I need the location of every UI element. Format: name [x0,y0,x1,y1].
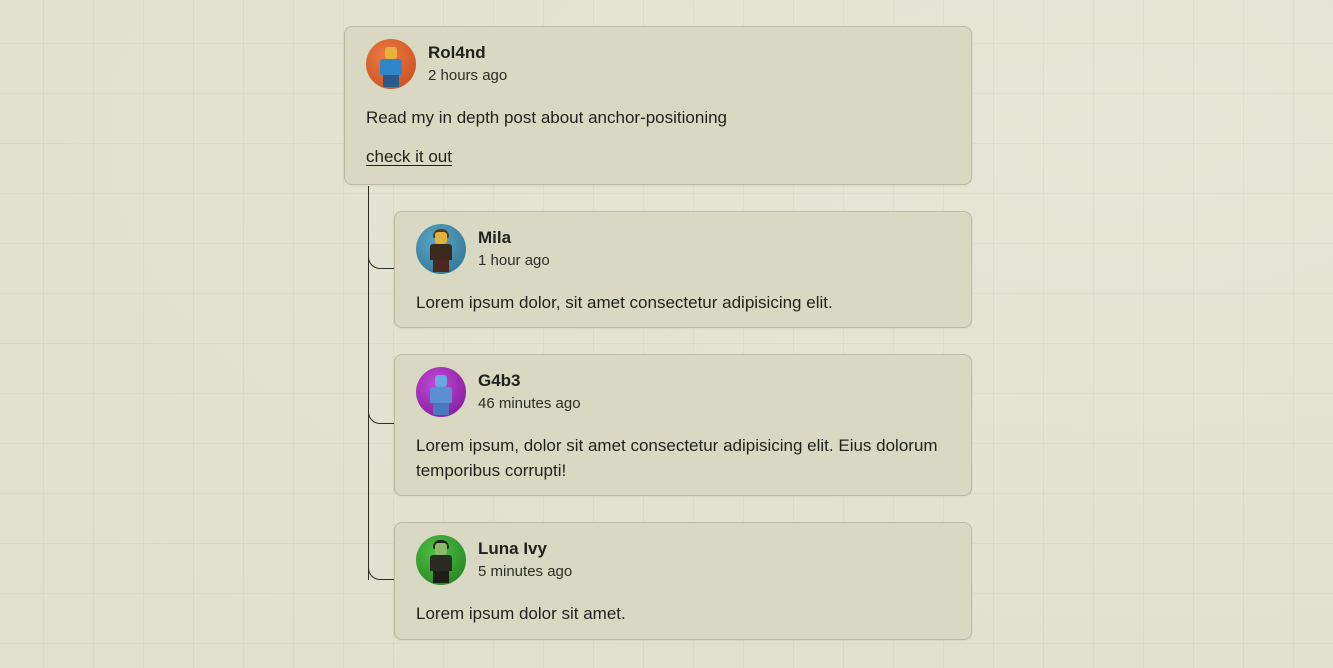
reply-time: 46 minutes ago [478,394,581,412]
thread-connector [368,410,394,424]
thread-connector [368,566,394,580]
author-name[interactable]: Rol4nd [428,43,507,63]
reply-text: Lorem ipsum dolor, sit amet consectetur … [416,293,833,312]
reply-time: 1 hour ago [478,251,550,269]
author-name[interactable]: G4b3 [478,371,581,391]
author-name[interactable]: Mila [478,228,550,248]
avatar [366,39,416,89]
thread-connector [368,255,394,269]
reply-text: Lorem ipsum dolor sit amet. [416,604,626,623]
thread-line [368,186,369,580]
reply-card: Mila 1 hour ago Lorem ipsum dolor, sit a… [394,211,972,328]
check-it-out-link[interactable]: check it out [366,146,452,168]
reply-card: G4b3 46 minutes ago Lorem ipsum, dolor s… [394,354,972,496]
reply-card: Luna Ivy 5 minutes ago Lorem ipsum dolor… [394,522,972,640]
post-card: Rol4nd 2 hours ago Read my in depth post… [344,26,972,185]
author-name[interactable]: Luna Ivy [478,539,572,559]
post-header: Rol4nd 2 hours ago [366,39,950,89]
avatar [416,535,466,585]
post-time: 2 hours ago [428,66,508,84]
reply-header: Luna Ivy 5 minutes ago [416,535,950,585]
reply-header: Mila 1 hour ago [416,224,950,274]
post-text: Read my in depth post about anchor-posit… [366,108,728,127]
avatar [416,367,466,417]
reply-header: G4b3 46 minutes ago [416,367,950,417]
reply-text: Lorem ipsum, dolor sit amet consectetur … [416,436,938,480]
avatar [416,224,466,274]
reply-time: 5 minutes ago [478,562,573,580]
